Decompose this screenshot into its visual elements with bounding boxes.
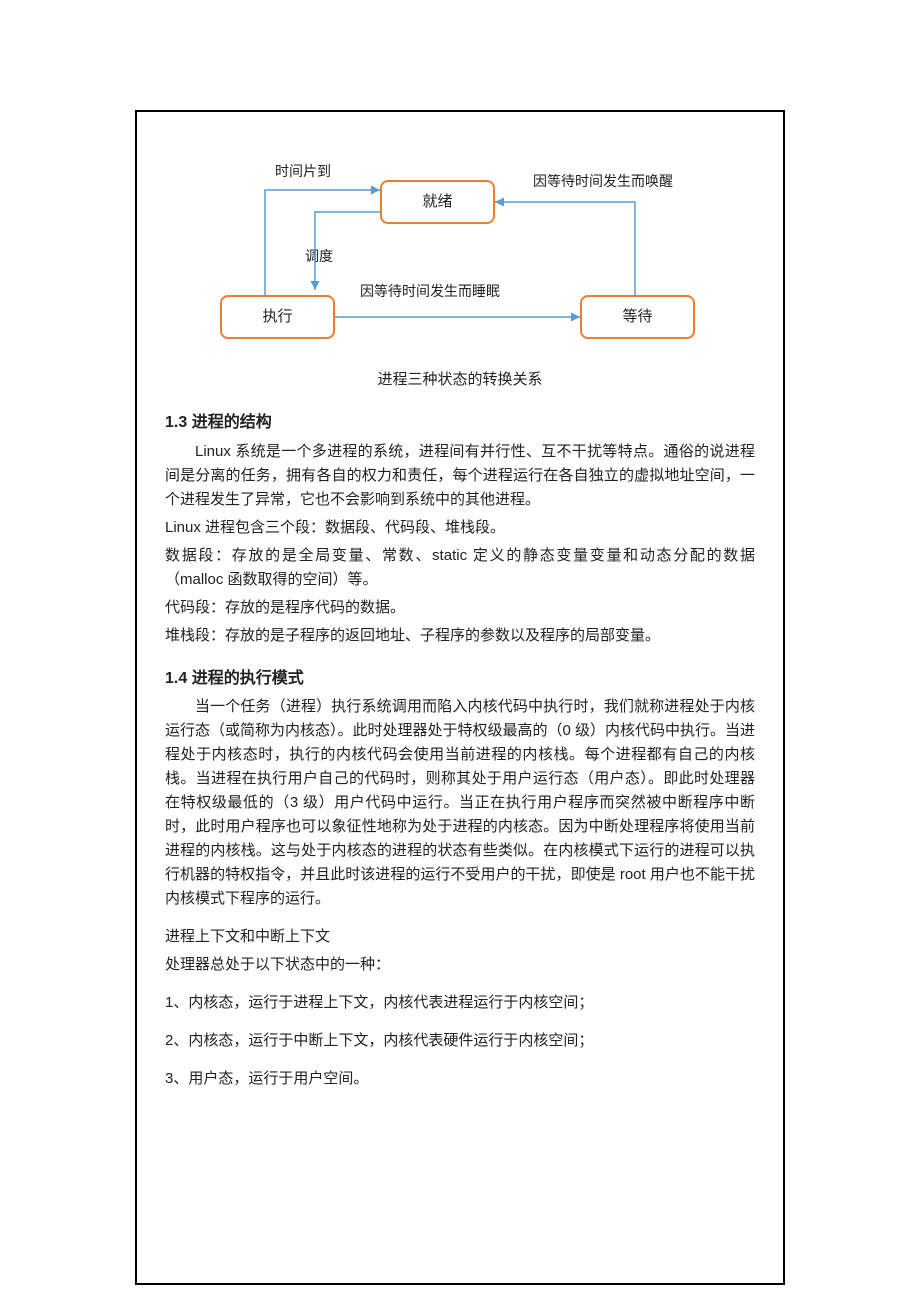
page: 就绪 执行 等待 时间片到 调度 因等待时间发生而唤醒 因等待时间发生而睡眠: [0, 0, 920, 1302]
label-timeslice: 时间片到: [275, 160, 331, 182]
s13-p3: 数据段：存放的是全局变量、常数、static 定义的静态变量变量和动态分配的数据…: [165, 544, 755, 592]
box-ready: 就绪: [380, 180, 495, 224]
label-sleep: 因等待时间发生而睡眠: [360, 280, 500, 302]
s14-p1: 当一个任务（进程）执行系统调用而陷入内核代码中执行时，我们就称进程处于内核运行态…: [165, 695, 755, 911]
box-running-label: 执行: [262, 305, 292, 329]
s13-p2: Linux 进程包含三个段：数据段、代码段、堆栈段。: [165, 516, 755, 540]
state-diagram: 就绪 执行 等待 时间片到 调度 因等待时间发生而唤醒 因等待时间发生而睡眠: [165, 140, 755, 360]
label-wakeup: 因等待时间发生而唤醒: [533, 170, 673, 192]
heading-1-3: 1.3 进程的结构: [165, 410, 755, 436]
diagram-caption: 进程三种状态的转换关系: [165, 368, 755, 392]
heading-1-4: 1.4 进程的执行模式: [165, 666, 755, 692]
s13-p1: Linux 系统是一个多进程的系统，进程间有并行性、互不干扰等特点。通俗的说进程…: [165, 440, 755, 512]
box-ready-label: 就绪: [422, 190, 452, 214]
box-waiting: 等待: [580, 295, 695, 339]
s14-p3: 处理器总处于以下状态中的一种：: [165, 953, 755, 977]
box-waiting-label: 等待: [622, 305, 652, 329]
content-area: 就绪 执行 等待 时间片到 调度 因等待时间发生而唤醒 因等待时间发生而睡眠: [165, 140, 755, 1095]
s14-p5: 2、内核态，运行于中断上下文，内核代表硬件运行于内核空间；: [165, 1029, 755, 1053]
s13-p5: 堆栈段：存放的是子程序的返回地址、子程序的参数以及程序的局部变量。: [165, 624, 755, 648]
label-schedule: 调度: [305, 245, 333, 267]
box-running: 执行: [220, 295, 335, 339]
s13-p4: 代码段：存放的是程序代码的数据。: [165, 596, 755, 620]
s14-p4: 1、内核态，运行于进程上下文，内核代表进程运行于内核空间；: [165, 991, 755, 1015]
s14-p2: 进程上下文和中断上下文: [165, 925, 755, 949]
s14-p6: 3、用户态，运行于用户空间。: [165, 1067, 755, 1091]
